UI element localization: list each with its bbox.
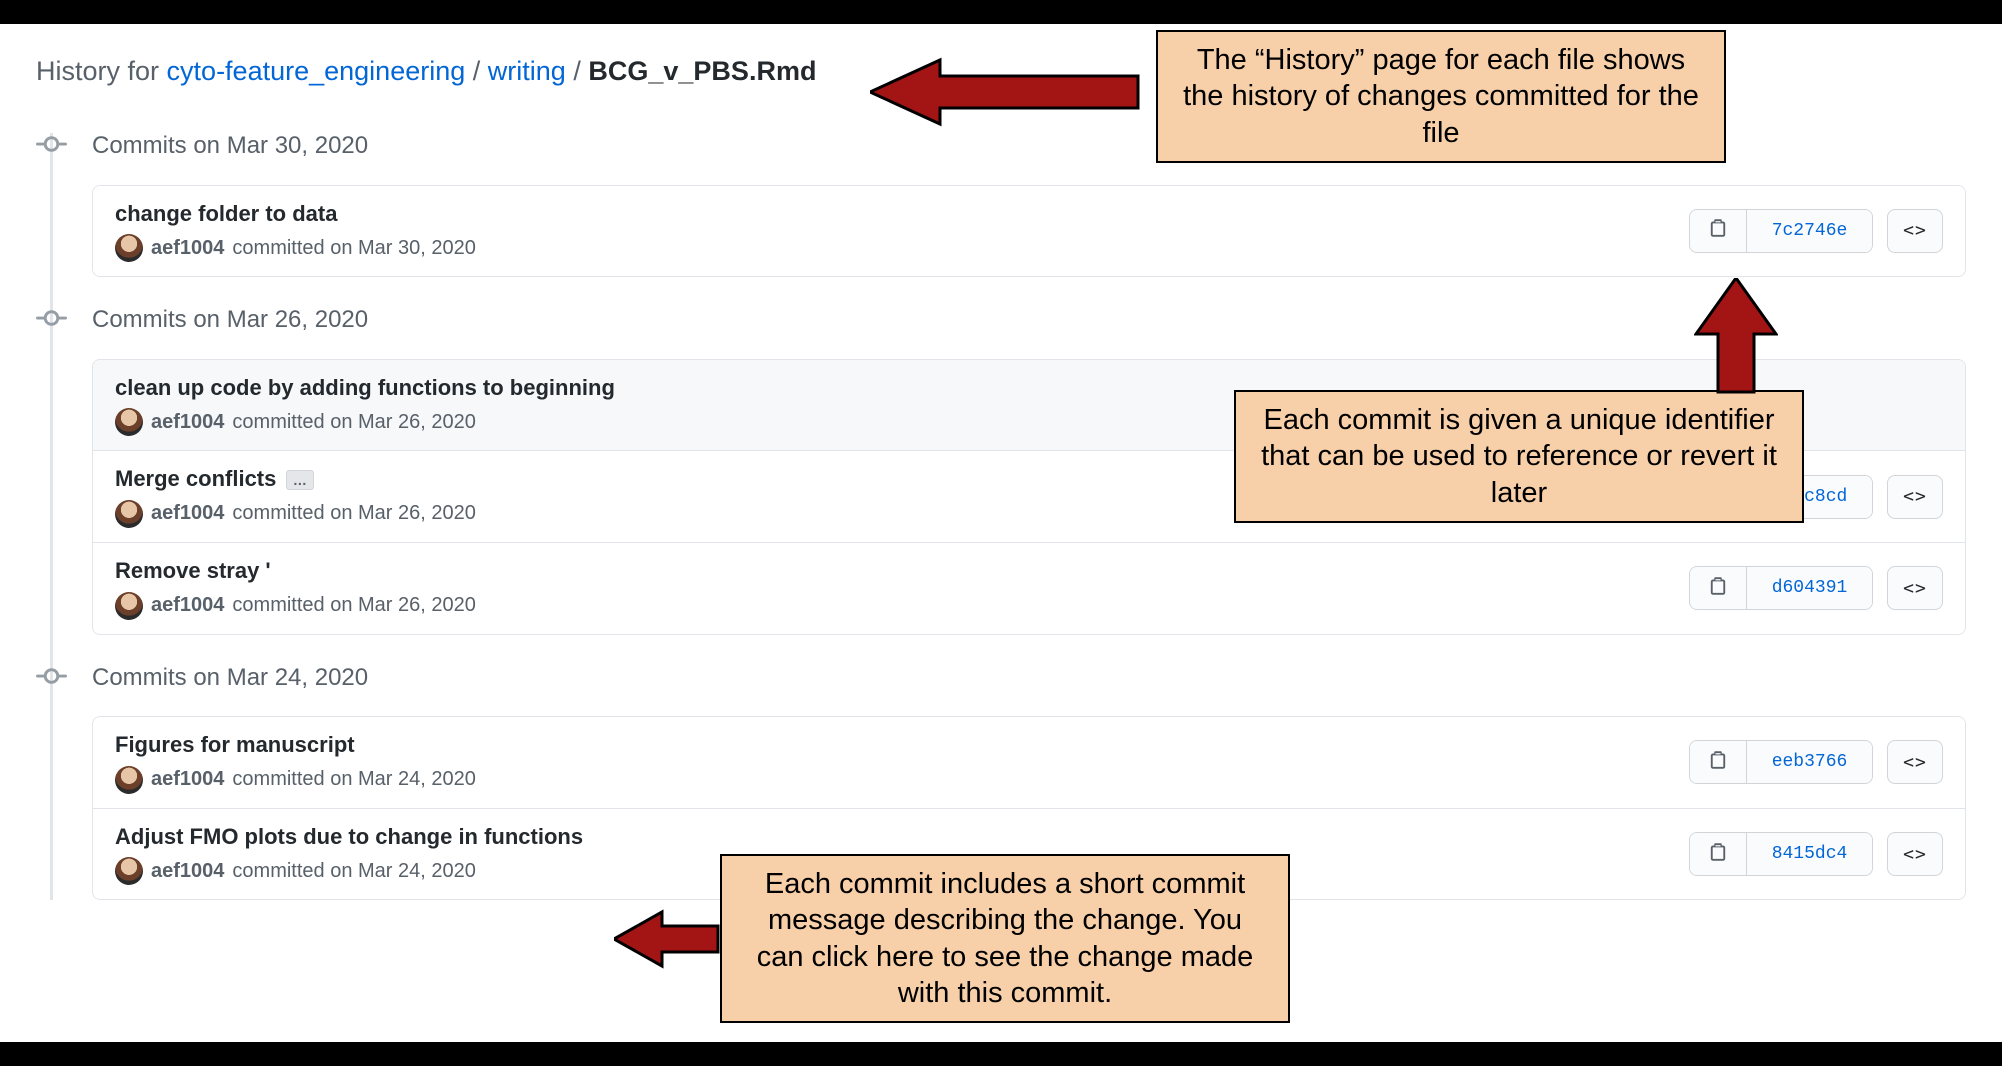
clipboard-icon <box>1708 218 1728 243</box>
avatar[interactable] <box>115 857 143 885</box>
commit-author[interactable]: aef1004 <box>151 411 224 434</box>
commit-date: committed on Mar 24, 2020 <box>232 860 475 883</box>
commit-title[interactable]: Figures for manuscript <box>115 731 1689 760</box>
commit-title-text[interactable]: Adjust FMO plots due to change in functi… <box>115 823 583 852</box>
commit-row: Remove stray ' aef1004 committed on Mar 26… <box>93 542 1965 634</box>
commit-date: committed on Mar 26, 2020 <box>232 502 475 525</box>
commit-date: committed on Mar 26, 2020 <box>232 594 475 617</box>
clipboard-icon <box>1708 750 1728 775</box>
clipboard-icon <box>1708 842 1728 867</box>
sha-link[interactable]: eeb3766 <box>1746 741 1872 783</box>
commit-dot-icon <box>36 129 67 160</box>
annotation-arrow-left <box>870 54 1140 130</box>
annotation-callout-bottom: Each commit includes a short commit mess… <box>720 854 1290 1023</box>
browse-code-button[interactable]: <> <box>1887 475 1943 519</box>
commit-title-text[interactable]: Merge conflicts <box>115 465 276 494</box>
commit-ellipsis-button[interactable]: … <box>286 470 314 490</box>
avatar[interactable] <box>115 234 143 262</box>
sha-link[interactable]: d604391 <box>1746 567 1872 609</box>
commit-author[interactable]: aef1004 <box>151 860 224 883</box>
commit-main: change folder to data aef1004 committed on… <box>115 200 1689 263</box>
commit-dot-icon <box>36 303 67 334</box>
commit-title[interactable]: Remove stray ' <box>115 557 1689 586</box>
commit-author[interactable]: aef1004 <box>151 502 224 525</box>
code-icon: <> <box>1903 844 1927 865</box>
breadcrumb-sep: / <box>473 56 481 86</box>
letterbox-top <box>0 0 2002 24</box>
commit-title[interactable]: change folder to data <box>115 200 1689 229</box>
clipboard-icon <box>1708 576 1728 601</box>
commit-group-header: Commits on Mar 26, 2020 <box>92 297 1966 359</box>
commit-meta: aef1004 committed on Mar 26, 2020 <box>115 592 1689 620</box>
commit-date: committed on Mar 26, 2020 <box>232 411 475 434</box>
breadcrumb-sep: / <box>573 56 581 86</box>
commit-row: change folder to data aef1004 committed on… <box>93 186 1965 277</box>
commit-author[interactable]: aef1004 <box>151 594 224 617</box>
commit-title-text[interactable]: Remove stray ' <box>115 557 271 586</box>
letterbox-bottom <box>0 1042 2002 1066</box>
commit-title-text[interactable]: change folder to data <box>115 200 337 229</box>
commit-title-text[interactable]: clean up code by adding functions to beg… <box>115 374 615 403</box>
avatar[interactable] <box>115 766 143 794</box>
breadcrumb-file: BCG_v_PBS.Rmd <box>588 56 816 86</box>
copy-sha-button[interactable] <box>1690 210 1746 252</box>
commit-main: Figures for manuscript aef1004 committed o… <box>115 731 1689 794</box>
sha-button-group: 7c2746e <box>1689 209 1873 253</box>
commit-meta: aef1004 committed on Mar 24, 2020 <box>115 766 1689 794</box>
avatar[interactable] <box>115 408 143 436</box>
breadcrumb-repo-link[interactable]: cyto-feature_engineering <box>167 56 466 86</box>
sha-button-group: eeb3766 <box>1689 740 1873 784</box>
annotation-callout-top: The “History” page for each file shows t… <box>1156 30 1726 163</box>
annotation-arrow-up <box>1694 278 1778 394</box>
commit-row: Figures for manuscript aef1004 committed o… <box>93 717 1965 808</box>
commit-actions: 8415dc4 <> <box>1689 832 1943 876</box>
commit-actions: eeb3766 <> <box>1689 740 1943 784</box>
annotation-arrow-bottom <box>614 908 720 970</box>
avatar[interactable] <box>115 500 143 528</box>
commit-title[interactable]: Adjust FMO plots due to change in functi… <box>115 823 1689 852</box>
sha-button-group: 8415dc4 <box>1689 832 1873 876</box>
commit-title-text[interactable]: Figures for manuscript <box>115 731 355 760</box>
annotation-callout-right: Each commit is given a unique identifier… <box>1234 390 1804 523</box>
commit-main: Remove stray ' aef1004 committed on Mar 26… <box>115 557 1689 620</box>
avatar[interactable] <box>115 592 143 620</box>
commit-actions: 7c2746e <> <box>1689 209 1943 253</box>
sha-button-group: d604391 <box>1689 566 1873 610</box>
code-icon: <> <box>1903 578 1927 599</box>
browse-code-button[interactable]: <> <box>1887 740 1943 784</box>
breadcrumb-history-label: History for <box>36 56 159 86</box>
breadcrumb-dir-link[interactable]: writing <box>488 56 566 86</box>
commit-author[interactable]: aef1004 <box>151 237 224 260</box>
commit-date: committed on Mar 24, 2020 <box>232 768 475 791</box>
code-icon: <> <box>1903 486 1927 507</box>
commit-list: change folder to data aef1004 committed on… <box>92 185 1966 278</box>
sha-link[interactable]: 8415dc4 <box>1746 833 1872 875</box>
copy-sha-button[interactable] <box>1690 567 1746 609</box>
commit-dot-icon <box>36 661 67 692</box>
browse-code-button[interactable]: <> <box>1887 832 1943 876</box>
code-icon: <> <box>1903 752 1927 773</box>
commit-date: committed on Mar 30, 2020 <box>232 237 475 260</box>
commit-actions: d604391 <> <box>1689 566 1943 610</box>
sha-link[interactable]: 7c2746e <box>1746 210 1872 252</box>
copy-sha-button[interactable] <box>1690 833 1746 875</box>
commit-group-header: Commits on Mar 24, 2020 <box>92 655 1966 717</box>
browse-code-button[interactable]: <> <box>1887 209 1943 253</box>
copy-sha-button[interactable] <box>1690 741 1746 783</box>
code-icon: <> <box>1903 220 1927 241</box>
commit-author[interactable]: aef1004 <box>151 768 224 791</box>
commit-meta: aef1004 committed on Mar 30, 2020 <box>115 234 1689 262</box>
browse-code-button[interactable]: <> <box>1887 566 1943 610</box>
